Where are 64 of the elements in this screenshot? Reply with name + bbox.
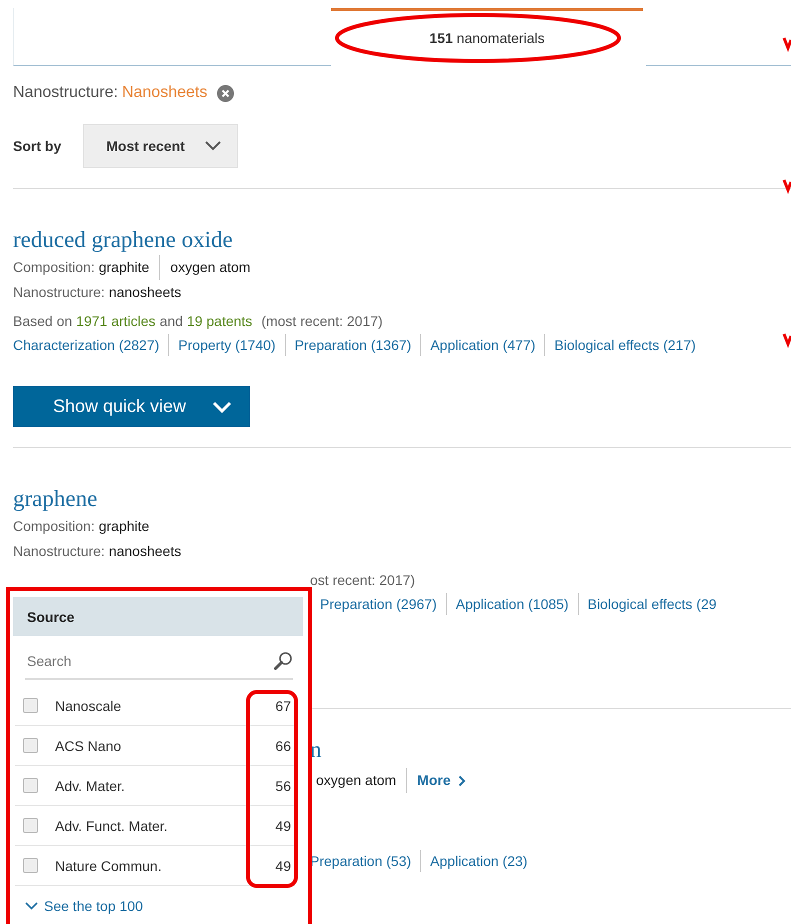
nanostructure-value: nanosheets	[108, 283, 182, 302]
topic-link[interactable]: Application (23)	[420, 850, 528, 872]
topic-link[interactable]: Preparation (1367)	[284, 334, 412, 356]
checkbox[interactable]	[23, 778, 38, 793]
topic-link[interactable]: Application (477)	[420, 334, 536, 356]
results-tab[interactable]: 151 nanomaterials	[331, 8, 643, 66]
articles-link[interactable]: 1971 articles	[76, 309, 156, 334]
source-count: 56	[275, 778, 291, 794]
empty-tab[interactable]	[13, 8, 331, 66]
source-count: 49	[275, 858, 291, 874]
topic-link[interactable]: Preparation (2967)	[310, 593, 437, 615]
topic-link[interactable]: Property (1740)	[168, 334, 276, 356]
source-label: ACS Nano	[55, 738, 122, 754]
result-title[interactable]: graphene	[13, 484, 791, 514]
composition-label: Composition:	[13, 258, 95, 277]
based-on-text: and	[160, 312, 183, 331]
nanostructure-value: nanosheets	[108, 542, 182, 561]
result-title[interactable]: n	[310, 735, 791, 765]
source-count: 49	[275, 818, 291, 834]
topic-link[interactable]: Characterization (2827)	[13, 334, 160, 356]
source-count: 66	[275, 738, 291, 754]
based-on-text: Based on	[13, 312, 72, 331]
chevron-down-icon	[204, 141, 221, 151]
filter-value: Nanosheets	[122, 84, 208, 102]
filter-label: Nanostructure:	[13, 84, 118, 102]
quick-view-button[interactable]: Show quick view	[13, 386, 250, 427]
chevron-right-icon	[458, 774, 466, 786]
more-link[interactable]: More	[406, 768, 466, 793]
composition-value: graphite	[98, 258, 150, 277]
checkbox[interactable]	[23, 818, 38, 833]
most-recent-text: (most recent: 2017)	[261, 312, 383, 331]
chevron-down-icon	[212, 400, 232, 412]
sort-label: Sort by	[13, 138, 62, 154]
patents-link[interactable]: 19 patents	[186, 309, 252, 334]
checkbox[interactable]	[23, 698, 38, 713]
source-label: Adv. Mater.	[55, 778, 126, 794]
checkbox[interactable]	[23, 858, 38, 873]
chevron-down-icon	[25, 902, 38, 910]
panel-header: Source	[13, 597, 303, 636]
topic-link[interactable]: Preparation (53)	[310, 850, 412, 872]
nanostructure-label: Nanostructure:	[13, 542, 105, 561]
search-icon	[273, 651, 293, 671]
source-label: Adv. Funct. Mater.	[55, 818, 169, 834]
topic-link[interactable]: Application (1085)	[446, 593, 569, 615]
source-count: 67	[275, 698, 291, 714]
source-label: Nanoscale	[55, 698, 122, 714]
composition-value: oxygen atom	[159, 255, 250, 280]
composition-value: graphite	[98, 517, 150, 536]
topic-link[interactable]: Biological effects (29	[578, 593, 717, 615]
annotation-mark	[782, 179, 791, 194]
search-field[interactable]: Search	[25, 653, 229, 669]
annotation-mark	[782, 37, 791, 52]
nanostructure-label: Nanostructure:	[13, 283, 105, 302]
composition-value: oxygen atom	[316, 771, 396, 790]
remove-icon[interactable]	[217, 84, 234, 102]
result-title[interactable]: reduced graphene oxide	[13, 225, 791, 255]
source-label: Nature Commun.	[55, 858, 163, 874]
checkbox[interactable]	[23, 738, 38, 753]
sort-dropdown[interactable]: Most recent	[83, 124, 238, 168]
annotation-mark	[782, 333, 791, 348]
see-more-link[interactable]: See the top 100	[13, 886, 303, 914]
topic-link[interactable]: Biological effects (217)	[544, 334, 696, 356]
composition-label: Composition:	[13, 517, 95, 536]
most-recent-text: ost recent: 2017)	[310, 571, 416, 590]
